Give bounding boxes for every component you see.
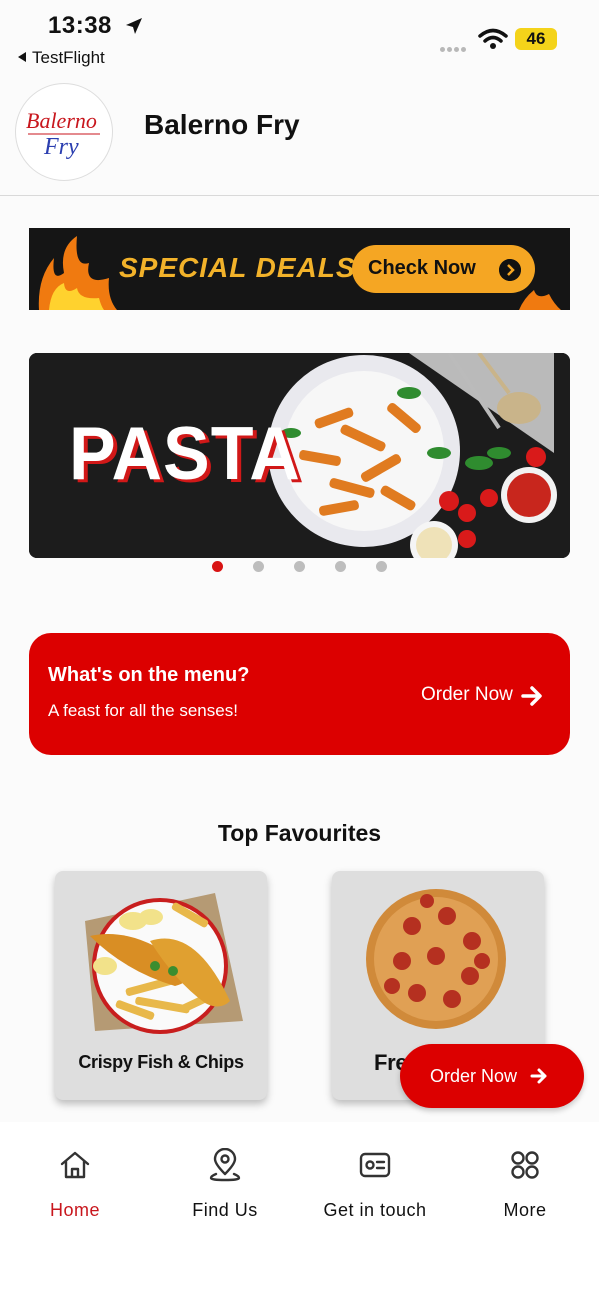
status-bar: 13:38 TestFlight 46 (0, 0, 599, 72)
page-title: Balerno Fry (144, 109, 300, 140)
check-now-button[interactable]: Check Now (352, 245, 535, 293)
nav-item-home[interactable]: Home (0, 1122, 150, 1232)
nav-label-home: Home (49, 1200, 100, 1220)
nav-label-get-in-touch: Get in touch (323, 1200, 427, 1220)
app-header: Balerno Fry Balerno Fry (0, 75, 599, 196)
carousel-dot-4[interactable] (335, 561, 346, 572)
location-icon (209, 1148, 241, 1182)
product-card-fish-chips[interactable]: Crispy Fish & Chips (55, 871, 267, 1100)
carousel-dot-5[interactable] (376, 561, 387, 572)
back-triangle-icon (18, 52, 26, 62)
fab-label: Order Now (430, 1066, 518, 1086)
carousel-dot-3[interactable] (294, 561, 305, 572)
pizza-image (366, 889, 506, 1029)
home-icon (60, 1151, 90, 1179)
arrow-right-icon (521, 686, 542, 706)
status-time: 13:38 (48, 12, 112, 39)
product-name: Crispy Fish & Chips (78, 1052, 244, 1072)
grid-icon (511, 1151, 539, 1179)
section-title-top-favourites: Top Favourites (217, 820, 382, 846)
brand-logo: Balerno Fry (15, 83, 113, 181)
nav-label-find-us: Find Us (192, 1200, 258, 1220)
svg-text:Balerno: Balerno (26, 108, 97, 133)
fish-chips-image (85, 893, 243, 1034)
menu-order-now-link[interactable]: Order Now (421, 684, 513, 706)
nav-item-find-us[interactable]: Find Us (150, 1122, 300, 1232)
order-now-floating-button[interactable]: Order Now (400, 1044, 584, 1108)
nav-item-more[interactable]: More (450, 1122, 599, 1232)
carousel-dot-1[interactable] (212, 561, 223, 572)
wifi-icon (478, 28, 508, 49)
promo-carousel[interactable]: PASTA (29, 353, 570, 558)
menu-card-subtitle: A feast for all the senses! (48, 701, 238, 720)
carousel-dot-2[interactable] (253, 561, 264, 572)
chevron-right-circle-icon (499, 259, 521, 281)
location-arrow-icon (126, 18, 142, 34)
nav-item-get-in-touch[interactable]: Get in touch (300, 1122, 450, 1232)
bottom-navigation: Home Find Us Get in touch More (0, 1122, 599, 1300)
battery-indicator: 46 (515, 28, 557, 50)
deals-title: SPECIAL DEALS (119, 252, 356, 283)
carousel-pagination[interactable] (0, 561, 599, 573)
check-now-label: Check Now (368, 257, 476, 279)
menu-card-title: What's on the menu? (48, 664, 250, 686)
cellular-signal-icon (440, 39, 468, 57)
special-deals-banner[interactable]: SPECIAL DEALS Check Now (29, 228, 570, 310)
logo-artwork: Balerno Fry (26, 108, 100, 160)
contact-card-icon (359, 1152, 391, 1178)
menu-card[interactable]: What's on the menu? A feast for all the … (29, 633, 570, 755)
nav-label-more: More (503, 1200, 547, 1220)
back-app-label: TestFlight (32, 48, 105, 67)
back-to-app-link[interactable]: TestFlight (18, 48, 105, 68)
carousel-slide-title: PASTA (69, 410, 301, 496)
svg-text:Fry: Fry (43, 134, 79, 160)
arrow-right-icon (530, 1068, 547, 1084)
